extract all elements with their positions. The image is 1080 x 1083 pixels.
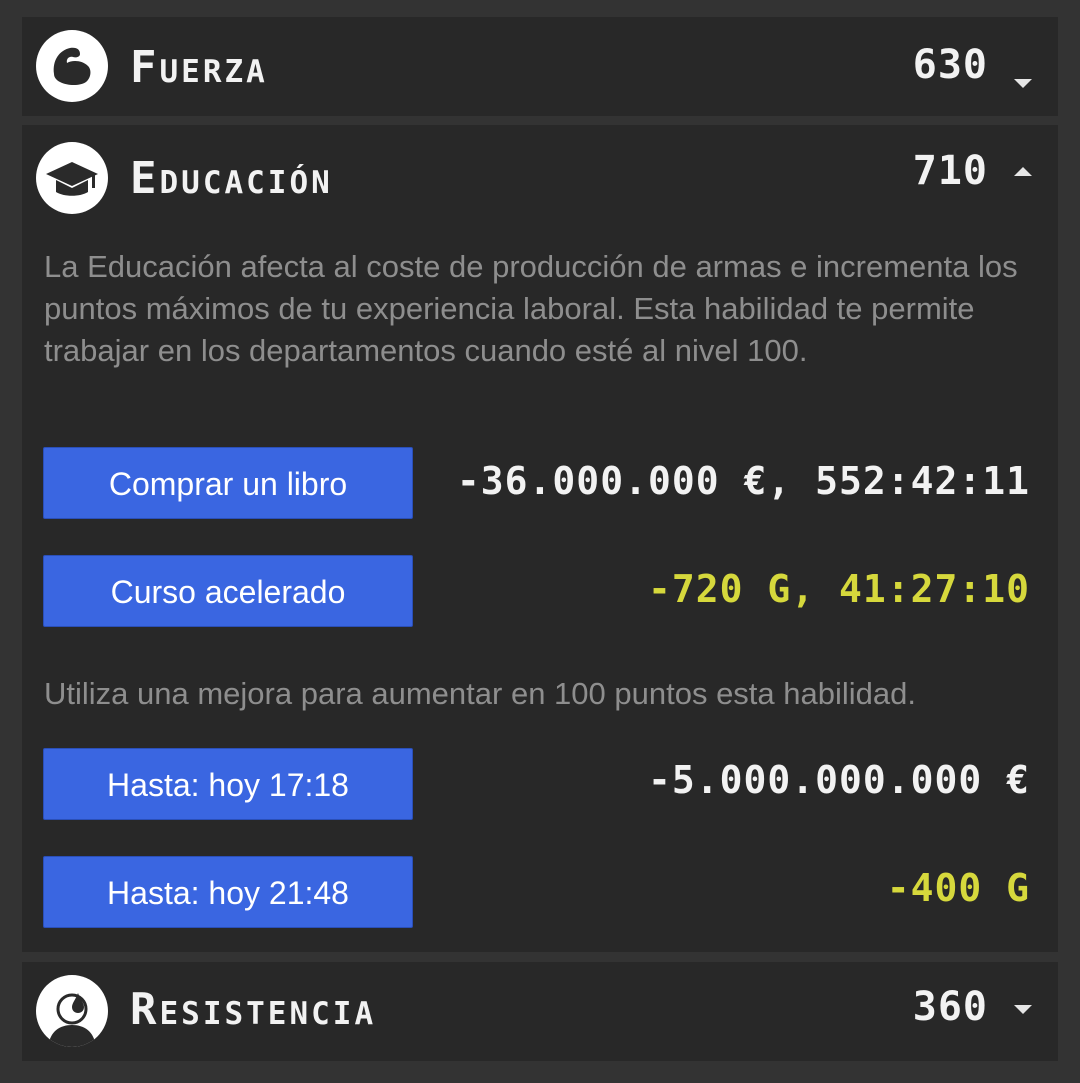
boost-cost-gold: -400 G [886, 866, 1030, 910]
skill-header-fuerza[interactable]: Fuerza 630 [22, 17, 1058, 117]
skill-header-educacion[interactable]: Educación 710 [22, 125, 1058, 225]
boost-cost-money: -5.000.000.000 € [647, 758, 1030, 802]
graduation-cap-icon [36, 142, 108, 214]
buy-book-button[interactable]: Comprar un libro [43, 447, 413, 519]
chevron-up-icon[interactable] [1014, 167, 1032, 176]
skill-panel-fuerza: Fuerza 630 [22, 17, 1058, 116]
skill-name: Fuerza [130, 42, 268, 93]
buy-book-cost: -36.000.000 €, 552:42:11 [456, 459, 1030, 503]
skill-value: 710 [912, 148, 988, 194]
boost-description: Utiliza una mejora para aumentar en 100 … [44, 676, 916, 711]
accelerated-course-cost: -720 G, 41:27:10 [647, 567, 1030, 611]
sweating-person-icon [36, 975, 108, 1047]
skill-panel-resistencia: Resistencia 360 [22, 962, 1058, 1061]
bicep-icon [36, 30, 108, 102]
skill-value: 630 [912, 42, 988, 88]
boost-button-2148[interactable]: Hasta: hoy 21:48 [43, 856, 413, 928]
skill-panel-educacion: Educación 710 La Educación afecta al cos… [22, 125, 1058, 952]
chevron-down-icon[interactable] [1014, 79, 1032, 88]
chevron-down-icon[interactable] [1014, 1005, 1032, 1014]
skill-header-resistencia[interactable]: Resistencia 360 [22, 962, 1058, 1062]
skill-name: Resistencia [130, 984, 377, 1035]
skill-value: 360 [912, 984, 988, 1030]
skill-description: La Educación afecta al coste de producci… [44, 249, 1018, 368]
skill-name: Educación [130, 153, 333, 204]
accelerated-course-button[interactable]: Curso acelerado [43, 555, 413, 627]
boost-button-1718[interactable]: Hasta: hoy 17:18 [43, 748, 413, 820]
